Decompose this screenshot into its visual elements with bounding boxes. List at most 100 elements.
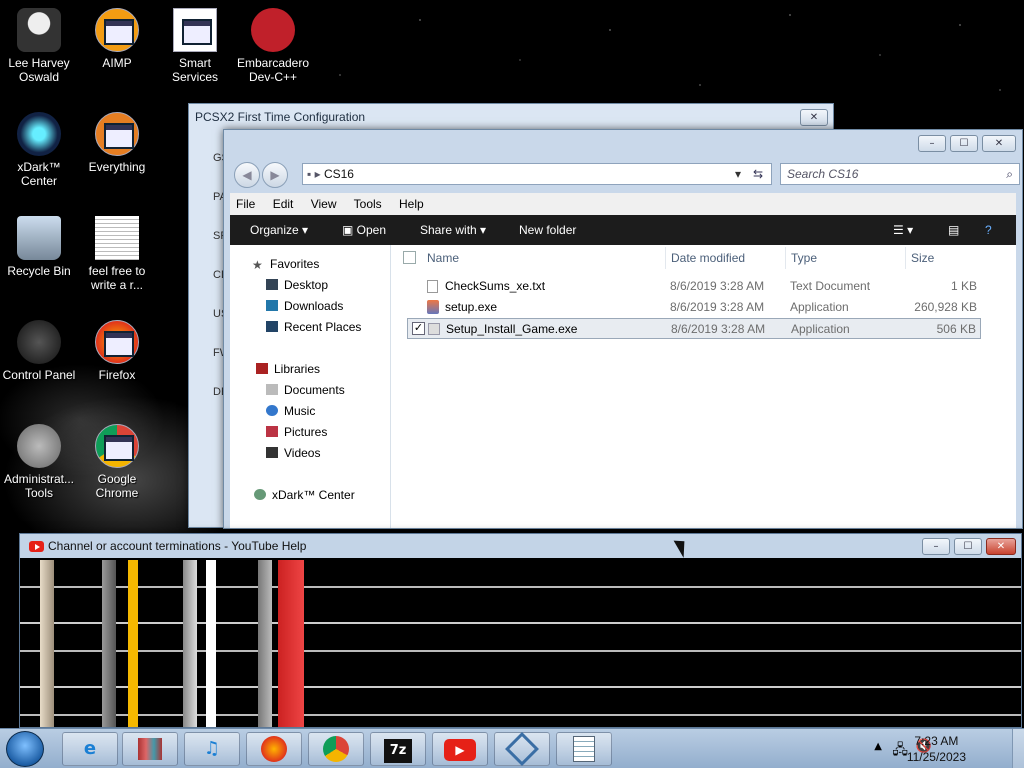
nav-favorites[interactable]: ★ Favorites <box>252 254 319 275</box>
menu-edit[interactable]: Edit <box>273 197 294 211</box>
search-input[interactable]: Search CS16 ⌕ <box>780 163 1020 185</box>
desktop-icon-aimp[interactable]: AIMP <box>78 8 156 70</box>
address-bar[interactable]: ▪ ▸ CS16 ▾ ⇆ <box>302 163 772 185</box>
rendering-glitch <box>20 560 1021 727</box>
taskbar-7zip[interactable]: 7z <box>370 732 426 766</box>
desktop-icon-label: Administrat... Tools <box>3 472 75 500</box>
new-folder-button[interactable]: New folder <box>519 215 576 245</box>
taskbar-winrar[interactable] <box>122 732 178 766</box>
desktop-icon-control-panel[interactable]: Control Panel <box>0 320 78 382</box>
taskbar-ie[interactable]: e <box>62 732 118 766</box>
preview-pane-icon[interactable]: ▤ <box>948 215 959 245</box>
address-dropdown-icon[interactable]: ▾ <box>735 164 741 184</box>
desktop-icon-label: Recycle Bin <box>7 264 71 278</box>
forward-button[interactable]: ▶ <box>262 162 288 188</box>
desktop-icon-firefox[interactable]: Firefox <box>78 320 156 382</box>
browser-window[interactable]: Channel or account terminations - YouTub… <box>19 533 1022 728</box>
nav-label: Desktop <box>284 278 329 292</box>
desktop-icon-xdark[interactable]: xDark™ Center <box>0 112 78 188</box>
chrome-icon <box>95 424 139 468</box>
recent-places-icon <box>266 321 278 332</box>
select-all-checkbox[interactable] <box>403 251 416 264</box>
desktop-icon-label: AIMP <box>102 56 132 70</box>
share-with-button[interactable]: Share with ▾ <box>420 215 486 245</box>
column-separator <box>905 247 906 269</box>
start-button[interactable] <box>6 731 44 767</box>
file-size: 260,928 KB <box>914 300 977 314</box>
nav-desktop[interactable]: Desktop <box>266 275 328 296</box>
refresh-icon[interactable]: ⇆ <box>753 164 763 184</box>
help-icon[interactable]: ? <box>985 215 992 245</box>
column-type[interactable]: Type <box>791 251 817 265</box>
tray-expand-icon[interactable]: ▲ <box>874 741 882 752</box>
taskbar-youtube[interactable]: ▶ <box>432 732 488 766</box>
desktop-icon-lee-harvey[interactable]: Lee Harvey Oswald <box>0 8 78 84</box>
browser-maximize-button[interactable]: ☐ <box>954 538 982 555</box>
aimp-icon <box>95 8 139 52</box>
desktop-icon-smart-services[interactable]: Smart Services <box>156 8 234 84</box>
desktop-icon-recycle-bin[interactable]: Recycle Bin <box>0 216 78 278</box>
nav-downloads[interactable]: Downloads <box>266 296 343 317</box>
file-row[interactable]: CheckSums_xe.txt 8/6/2019 3:28 AM Text D… <box>407 276 981 297</box>
control-panel-icon <box>17 320 61 364</box>
nav-label: Documents <box>284 383 345 397</box>
minimize-button[interactable]: – <box>918 135 946 152</box>
taskbar-pcsx2[interactable] <box>494 732 550 766</box>
desktop-icon-label: Smart Services <box>171 56 218 84</box>
nav-videos[interactable]: Videos <box>266 443 320 464</box>
explorer-window[interactable]: – ☐ ✕ ◀ ▶ ▪ ▸ CS16 ▾ ⇆ Search CS16 ⌕ Fil… <box>223 129 1023 529</box>
menu-tools[interactable]: Tools <box>354 197 382 211</box>
nav-label: Downloads <box>284 299 344 313</box>
nav-label: Videos <box>284 446 321 460</box>
taskbar-notepad[interactable] <box>556 732 612 766</box>
clock-date: 11/25/2023 <box>906 750 966 764</box>
desktop-icon-admin-tools[interactable]: Administrat... Tools <box>0 424 78 500</box>
view-options-icon[interactable]: ☰ ▾ <box>893 215 913 245</box>
taskbar-chrome[interactable] <box>308 732 364 766</box>
menu-help[interactable]: Help <box>399 197 424 211</box>
open-icon: ▣ <box>342 223 357 237</box>
file-row[interactable]: setup.exe 8/6/2019 3:28 AM Application 2… <box>407 297 981 318</box>
desktop-icon-label: Firefox <box>98 368 136 382</box>
menu-view[interactable]: View <box>311 197 337 211</box>
taskbar-firefox[interactable] <box>246 732 302 766</box>
nav-music[interactable]: Music <box>266 401 315 422</box>
nav-documents[interactable]: Documents <box>266 380 345 401</box>
glitch-stripe <box>102 560 116 727</box>
column-name[interactable]: Name <box>427 251 459 265</box>
column-date[interactable]: Date modified <box>671 251 745 265</box>
command-bar: Organize ▾ ▣ Open Share with ▾ New folde… <box>230 215 1016 245</box>
browser-close-button[interactable]: ✕ <box>986 538 1016 555</box>
installer-icon <box>427 300 439 314</box>
desktop-icon-devcpp[interactable]: Embarcadero Dev-C++ <box>234 8 312 84</box>
organize-button[interactable]: Organize ▾ <box>250 215 308 245</box>
close-button[interactable]: ✕ <box>982 135 1016 152</box>
nav-xdark-center[interactable]: xDark™ Center <box>254 485 355 506</box>
nav-pictures[interactable]: Pictures <box>266 422 327 443</box>
clock[interactable]: 7:23 AM 11/25/2023 <box>907 733 966 765</box>
desktop-icon-chrome[interactable]: Google Chrome <box>78 424 156 500</box>
search-icon[interactable]: ⌕ <box>1006 164 1013 184</box>
desktop-icon-everything[interactable]: Everything <box>78 112 156 174</box>
file-row-selected[interactable]: ✓ Setup_Install_Game.exe 8/6/2019 3:28 A… <box>407 318 981 339</box>
row-checkbox-checked[interactable]: ✓ <box>412 322 425 335</box>
pcsx2-close-button[interactable]: ✕ <box>800 109 828 126</box>
browser-minimize-button[interactable]: – <box>922 538 950 555</box>
file-size: 1 KB <box>950 279 977 293</box>
file-type: Application <box>791 322 850 336</box>
show-desktop-button[interactable] <box>1012 729 1024 768</box>
network-icon[interactable]: 🖧 <box>892 739 908 763</box>
desktop-icon-text-doc[interactable]: feel free to write a r... <box>78 216 156 292</box>
nav-recent-places[interactable]: Recent Places <box>266 317 361 338</box>
nav-libraries[interactable]: Libraries <box>256 359 320 380</box>
open-button[interactable]: ▣ Open <box>342 215 386 245</box>
taskbar: e ♫ 7z ▶ ▲ 🖧 🔇 7:23 AM 11/25/2023 <box>0 728 1024 768</box>
firefox-icon <box>95 320 139 364</box>
file-size: 506 KB <box>936 322 976 336</box>
back-button[interactable]: ◀ <box>234 162 260 188</box>
taskbar-music[interactable]: ♫ <box>184 732 240 766</box>
file-date: 8/6/2019 3:28 AM <box>670 300 765 314</box>
column-size[interactable]: Size <box>911 251 934 265</box>
menu-file[interactable]: File <box>236 197 255 211</box>
maximize-button[interactable]: ☐ <box>950 135 978 152</box>
